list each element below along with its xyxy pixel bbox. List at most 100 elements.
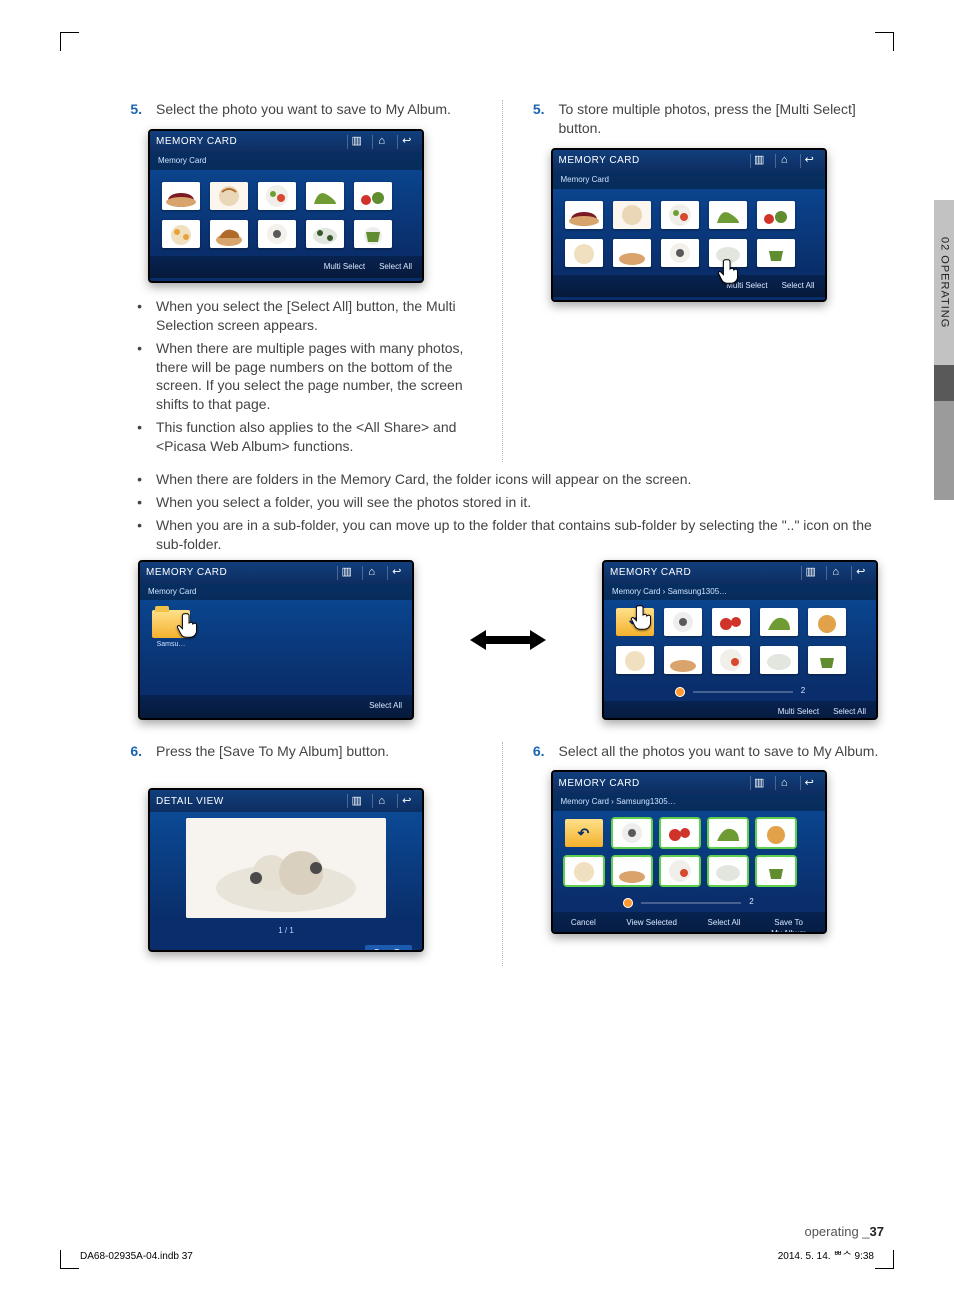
select-all-button[interactable]: Select All [708, 918, 741, 934]
photo-thumbnail[interactable] [757, 239, 795, 267]
back-icon[interactable]: ↩ [387, 566, 406, 580]
crop-mark [875, 1250, 894, 1269]
sdcard-icon[interactable]: ▥ [750, 154, 769, 168]
photo-thumbnail[interactable] [808, 608, 846, 636]
screen-titlebar: MEMORY CARD ▥ ⌂ ↩ [140, 562, 412, 584]
screen-memory-card: MEMORY CARD ▥ ⌂ ↩ Memory Card [148, 129, 424, 283]
photo-thumbnail[interactable] [760, 646, 798, 674]
folder-label: Samsu… [157, 640, 186, 649]
home-icon[interactable]: ⌂ [372, 794, 391, 808]
photo-thumbnail[interactable] [210, 220, 248, 248]
photo-thumbnail[interactable] [613, 857, 651, 885]
back-icon[interactable]: ↩ [397, 135, 416, 149]
photo-thumbnail[interactable] [712, 608, 750, 636]
photo-thumbnail[interactable] [210, 182, 248, 210]
home-icon[interactable]: ⌂ [775, 776, 794, 790]
screen-select-to-save: MEMORY CARD ▥ ⌂ ↩ Memory Card › Samsung1… [551, 770, 827, 934]
breadcrumb: Memory Card [140, 584, 412, 601]
photo-thumbnail[interactable] [258, 220, 296, 248]
multi-select-button[interactable]: Multi Select [778, 707, 819, 718]
screen-bottom-bar: Multi Select Select All [553, 275, 825, 298]
sdcard-icon[interactable]: ▥ [347, 794, 366, 808]
photo-thumbnail[interactable] [565, 239, 603, 267]
select-all-button[interactable]: Select All [782, 281, 815, 292]
photo-thumbnail[interactable] [162, 182, 200, 210]
photo-thumbnail[interactable] [709, 819, 747, 847]
bullet-text: This function also applies to the <All S… [156, 418, 482, 456]
home-icon[interactable]: ⌂ [826, 566, 845, 580]
sdcard-icon[interactable]: ▥ [750, 776, 769, 790]
photo-thumbnail[interactable] [661, 201, 699, 229]
select-all-button[interactable]: Select All [369, 701, 402, 712]
screen-bottom-bar: Select All [140, 695, 412, 718]
page-knob-icon[interactable] [675, 687, 685, 697]
pagination: 2 [604, 682, 876, 701]
sdcard-icon[interactable]: ▥ [801, 566, 820, 580]
page-knob-icon[interactable] [623, 898, 633, 908]
cancel-button[interactable]: Cancel [571, 918, 596, 934]
photo-thumbnail[interactable] [306, 220, 344, 248]
print-metadata: DA68-02935A-04.indb 37 2014. 5. 14. ᄈᄉ 9… [80, 1250, 874, 1264]
sdcard-icon[interactable]: ▥ [337, 566, 356, 580]
photo-thumbnail[interactable] [354, 220, 392, 248]
photo-thumbnail[interactable] [664, 646, 702, 674]
page-number[interactable]: 2 [749, 897, 753, 908]
photo-thumbnail[interactable] [712, 646, 750, 674]
up-folder-icon[interactable] [565, 819, 603, 847]
photo-thumbnail[interactable] [757, 201, 795, 229]
photo-thumbnail[interactable] [661, 819, 699, 847]
photo-thumbnail[interactable] [808, 646, 846, 674]
page-number[interactable]: 2 [801, 686, 805, 697]
photo-thumbnail[interactable] [613, 239, 651, 267]
photo-thumbnail[interactable] [613, 201, 651, 229]
left-column: 5. Select the photo you want to save to … [120, 100, 482, 462]
photo-thumbnail[interactable] [306, 182, 344, 210]
photo-thumbnail[interactable] [709, 857, 747, 885]
footer-page-number: 37 [870, 1224, 884, 1239]
back-icon[interactable]: ↩ [851, 566, 870, 580]
screen-folder-view: MEMORY CARD ▥ ⌂ ↩ Memory Card Samsu… Sel… [138, 560, 414, 720]
photo-thumbnail[interactable] [664, 608, 702, 636]
photo-thumbnail[interactable] [757, 857, 795, 885]
photo-thumbnail[interactable] [354, 182, 392, 210]
home-icon[interactable]: ⌂ [372, 135, 391, 149]
photo-thumbnail[interactable] [709, 201, 747, 229]
screen-titlebar: MEMORY CARD ▥ ⌂ ↩ [553, 772, 825, 794]
screen-titlebar: MEMORY CARD ▥ ⌂ ↩ [604, 562, 876, 584]
select-all-button[interactable]: Select All [833, 707, 866, 718]
view-selected-button[interactable]: View Selected [626, 918, 677, 934]
screen-subfolder-view: MEMORY CARD ▥ ⌂ ↩ Memory Card › Samsung1… [602, 560, 878, 720]
step-text: To store multiple photos, press the [Mul… [559, 100, 885, 138]
bullet-text: When there are folders in the Memory Car… [156, 470, 691, 489]
page-indicator: 1 / 1 [150, 924, 422, 945]
photo-thumbnail[interactable] [760, 608, 798, 636]
step-text: Select all the photos you want to save t… [559, 742, 879, 761]
screen-titlebar: MEMORY CARD ▥ ⌂ ↩ [553, 150, 825, 172]
save-to-my-album-button[interactable]: Save To My Album [365, 945, 412, 952]
photo-thumbnail[interactable] [661, 857, 699, 885]
back-icon[interactable]: ↩ [397, 794, 416, 808]
back-icon[interactable]: ↩ [800, 776, 819, 790]
back-icon[interactable]: ↩ [800, 154, 819, 168]
detail-photo[interactable] [186, 818, 386, 918]
photo-thumbnail[interactable] [613, 819, 651, 847]
breadcrumb: Memory Card [553, 172, 825, 189]
home-icon[interactable]: ⌂ [362, 566, 381, 580]
home-icon[interactable]: ⌂ [775, 154, 794, 168]
multi-select-button[interactable]: Multi Select [324, 262, 365, 273]
sdcard-icon[interactable]: ▥ [347, 135, 366, 149]
crop-mark [875, 32, 894, 51]
photo-thumbnail[interactable] [565, 857, 603, 885]
photo-thumbnail[interactable] [565, 201, 603, 229]
photo-thumbnail[interactable] [258, 182, 296, 210]
select-all-button[interactable]: Select All [379, 262, 412, 273]
photo-thumbnail[interactable] [661, 239, 699, 267]
screen-titlebar: MEMORY CARD ▥ ⌂ ↩ [150, 131, 422, 153]
photo-thumbnail[interactable] [616, 646, 654, 674]
photo-thumbnail[interactable] [162, 220, 200, 248]
screen-titlebar: DETAIL VIEW ▥ ⌂ ↩ [150, 790, 422, 812]
photo-thumbnail[interactable] [757, 819, 795, 847]
save-to-my-album-button[interactable]: Save To My Album [771, 918, 806, 934]
step-text: Press the [Save To My Album] button. [156, 742, 389, 761]
folder-nav-screens: MEMORY CARD ▥ ⌂ ↩ Memory Card Samsu… Sel… [138, 560, 878, 720]
